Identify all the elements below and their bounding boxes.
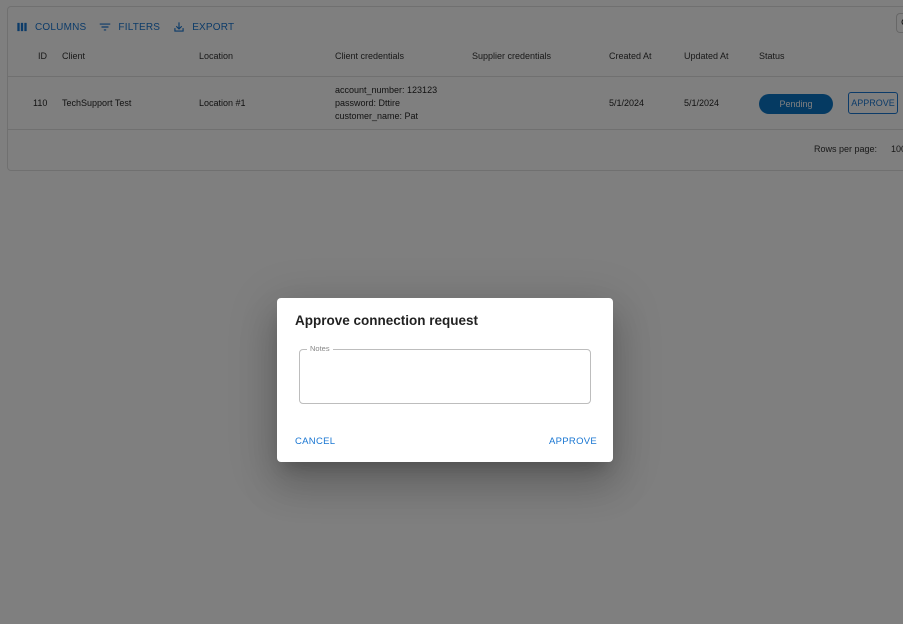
notes-input[interactable] [308, 358, 584, 398]
dialog-title: Approve connection request [295, 313, 479, 328]
approve-button[interactable]: APPROVE [549, 436, 597, 447]
approve-dialog: Approve connection request Notes CANCEL … [277, 298, 613, 462]
notes-field[interactable]: Notes [299, 344, 591, 404]
notes-label: Notes [307, 344, 333, 353]
cancel-button[interactable]: CANCEL [295, 436, 335, 447]
